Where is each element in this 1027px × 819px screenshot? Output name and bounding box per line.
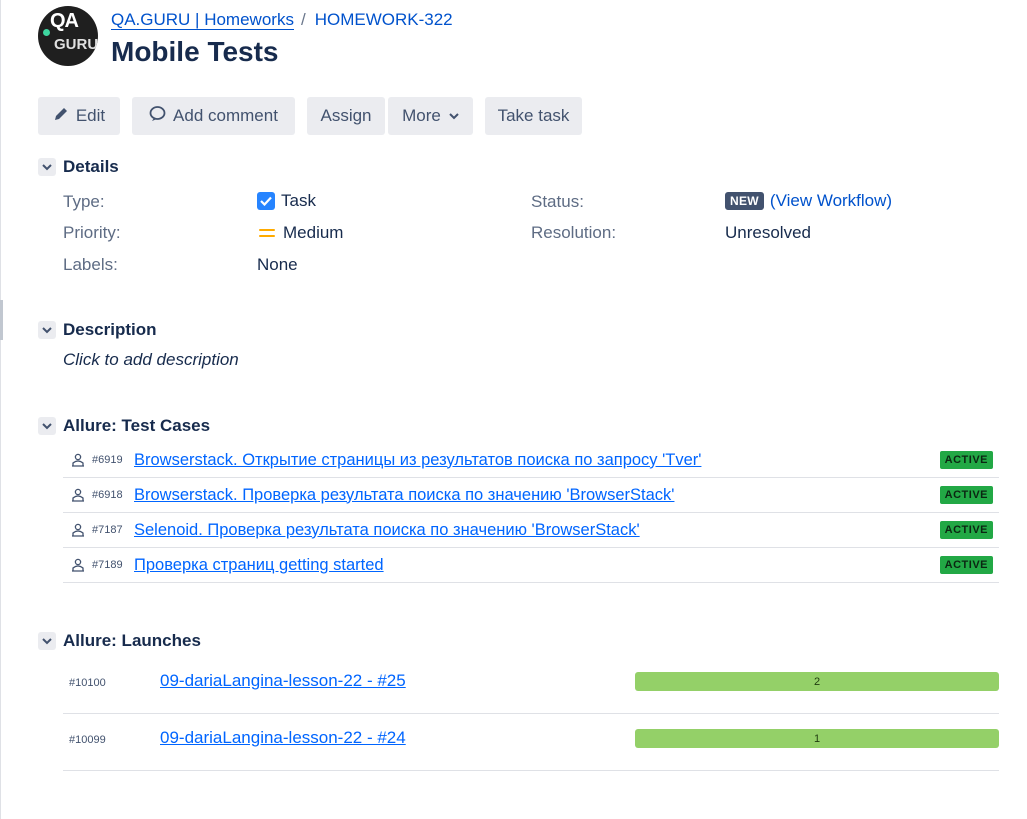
test-case-link[interactable]: Проверка страниц getting started	[134, 556, 940, 575]
take-task-button[interactable]: Take task	[485, 97, 582, 135]
test-case-id: #7189	[92, 559, 123, 571]
more-button-label: More	[402, 106, 441, 125]
launch-id: #10099	[69, 734, 106, 746]
details-section-title: Details	[63, 157, 119, 176]
assign-button-label: Assign	[320, 106, 372, 125]
manual-test-icon	[72, 558, 84, 572]
launches-section-header[interactable]: Allure: Launches	[38, 631, 201, 651]
test-case-row: #7187 Selenoid. Проверка результата поис…	[63, 513, 999, 548]
pencil-icon	[53, 106, 69, 127]
test-case-link[interactable]: Browserstack. Проверка результата поиска…	[134, 486, 940, 505]
manual-test-icon	[72, 488, 84, 502]
breadcrumb-project-link[interactable]: QA.GURU | Homeworks	[111, 10, 294, 30]
launch-id: #10100	[69, 677, 106, 689]
take-task-button-label: Take task	[497, 106, 570, 125]
priority-value-text: Medium	[283, 223, 344, 242]
breadcrumb-issue-link[interactable]: HOMEWORK-322	[315, 10, 453, 29]
status-value: NEW (View Workflow)	[725, 191, 892, 211]
more-button[interactable]: More	[388, 97, 473, 135]
chevron-down-icon[interactable]	[38, 632, 56, 650]
test-case-link[interactable]: Selenoid. Проверка результата поиска по …	[134, 521, 940, 540]
test-case-row: #7189 Проверка страниц getting started A…	[63, 548, 999, 583]
labels-value[interactable]: None	[257, 255, 298, 275]
launch-result-count: 2	[813, 675, 821, 688]
manual-test-icon	[72, 523, 84, 537]
test-cases-section-header[interactable]: Allure: Test Cases	[38, 416, 210, 436]
chevron-down-icon[interactable]	[38, 321, 56, 339]
description-section-header[interactable]: Description	[38, 320, 157, 340]
manual-test-icon	[72, 453, 84, 467]
priority-value[interactable]: Medium	[259, 223, 343, 243]
test-case-row: #6918 Browserstack. Проверка результата …	[63, 478, 999, 513]
left-panel-border	[0, 0, 1, 819]
add-comment-button-label: Add comment	[173, 106, 278, 125]
priority-medium-icon	[259, 227, 275, 239]
type-value[interactable]: Task	[257, 191, 316, 211]
status-badge: NEW	[725, 192, 764, 210]
chevron-down-icon	[449, 112, 459, 120]
chevron-down-icon[interactable]	[38, 417, 56, 435]
launch-link[interactable]: 09-dariaLangina-lesson-22 - #24	[160, 728, 406, 748]
launch-link[interactable]: 09-dariaLangina-lesson-22 - #25	[160, 671, 406, 691]
assign-button[interactable]: Assign	[307, 97, 385, 135]
test-case-id: #6918	[92, 489, 123, 501]
test-case-id: #6919	[92, 454, 123, 466]
page-title[interactable]: Mobile Tests	[111, 36, 279, 68]
labels-label: Labels:	[63, 255, 118, 274]
breadcrumb: QA.GURU | Homeworks / HOMEWORK-322	[111, 10, 453, 30]
test-case-link[interactable]: Browserstack. Открытие страницы из резул…	[134, 451, 940, 470]
sidebar-resize-handle[interactable]	[0, 300, 3, 340]
description-field[interactable]: Click to add description	[63, 350, 239, 370]
launch-row: #10100 09-dariaLangina-lesson-22 - #25 2	[63, 657, 999, 714]
chevron-down-icon[interactable]	[38, 158, 56, 176]
launch-result-bar[interactable]: 1	[635, 729, 999, 748]
test-case-id: #7187	[92, 524, 123, 536]
issue-page: QA GURU QA.GURU | Homeworks / HOMEWORK-322…	[0, 0, 1027, 819]
priority-label: Priority:	[63, 223, 121, 242]
avatar-logo-text: QA	[50, 10, 79, 32]
task-type-icon	[257, 192, 275, 210]
status-badge: ACTIVE	[939, 556, 993, 574]
status-badge: ACTIVE	[939, 451, 993, 469]
edit-button-label: Edit	[75, 106, 106, 125]
view-workflow-link[interactable]: (View Workflow)	[770, 191, 892, 211]
description-section-title: Description	[63, 320, 157, 339]
breadcrumb-separator: /	[300, 10, 306, 29]
comment-icon	[149, 105, 166, 127]
type-value-text: Task	[281, 191, 316, 210]
launches-section-title: Allure: Launches	[63, 631, 201, 650]
type-label: Type:	[63, 192, 105, 211]
avatar-logo-subtext: GURU	[54, 36, 98, 53]
resolution-value: Unresolved	[725, 223, 811, 242]
launch-result-bar[interactable]: 2	[635, 672, 999, 691]
test-cases-section-title: Allure: Test Cases	[63, 416, 211, 435]
add-comment-button[interactable]: Add comment	[132, 97, 295, 135]
status-badge: ACTIVE	[939, 486, 993, 504]
avatar-logo-dot	[43, 29, 50, 36]
launch-result-count: 1	[813, 732, 821, 745]
test-case-row: #6919 Browserstack. Открытие страницы из…	[63, 443, 999, 478]
launch-row: #10099 09-dariaLangina-lesson-22 - #24 1	[63, 714, 999, 771]
edit-button[interactable]: Edit	[38, 97, 120, 135]
status-badge: ACTIVE	[939, 521, 993, 539]
details-section-header[interactable]: Details	[38, 157, 119, 177]
resolution-label: Resolution:	[531, 223, 617, 242]
status-label: Status:	[531, 192, 584, 211]
project-avatar[interactable]: QA GURU	[38, 6, 98, 66]
